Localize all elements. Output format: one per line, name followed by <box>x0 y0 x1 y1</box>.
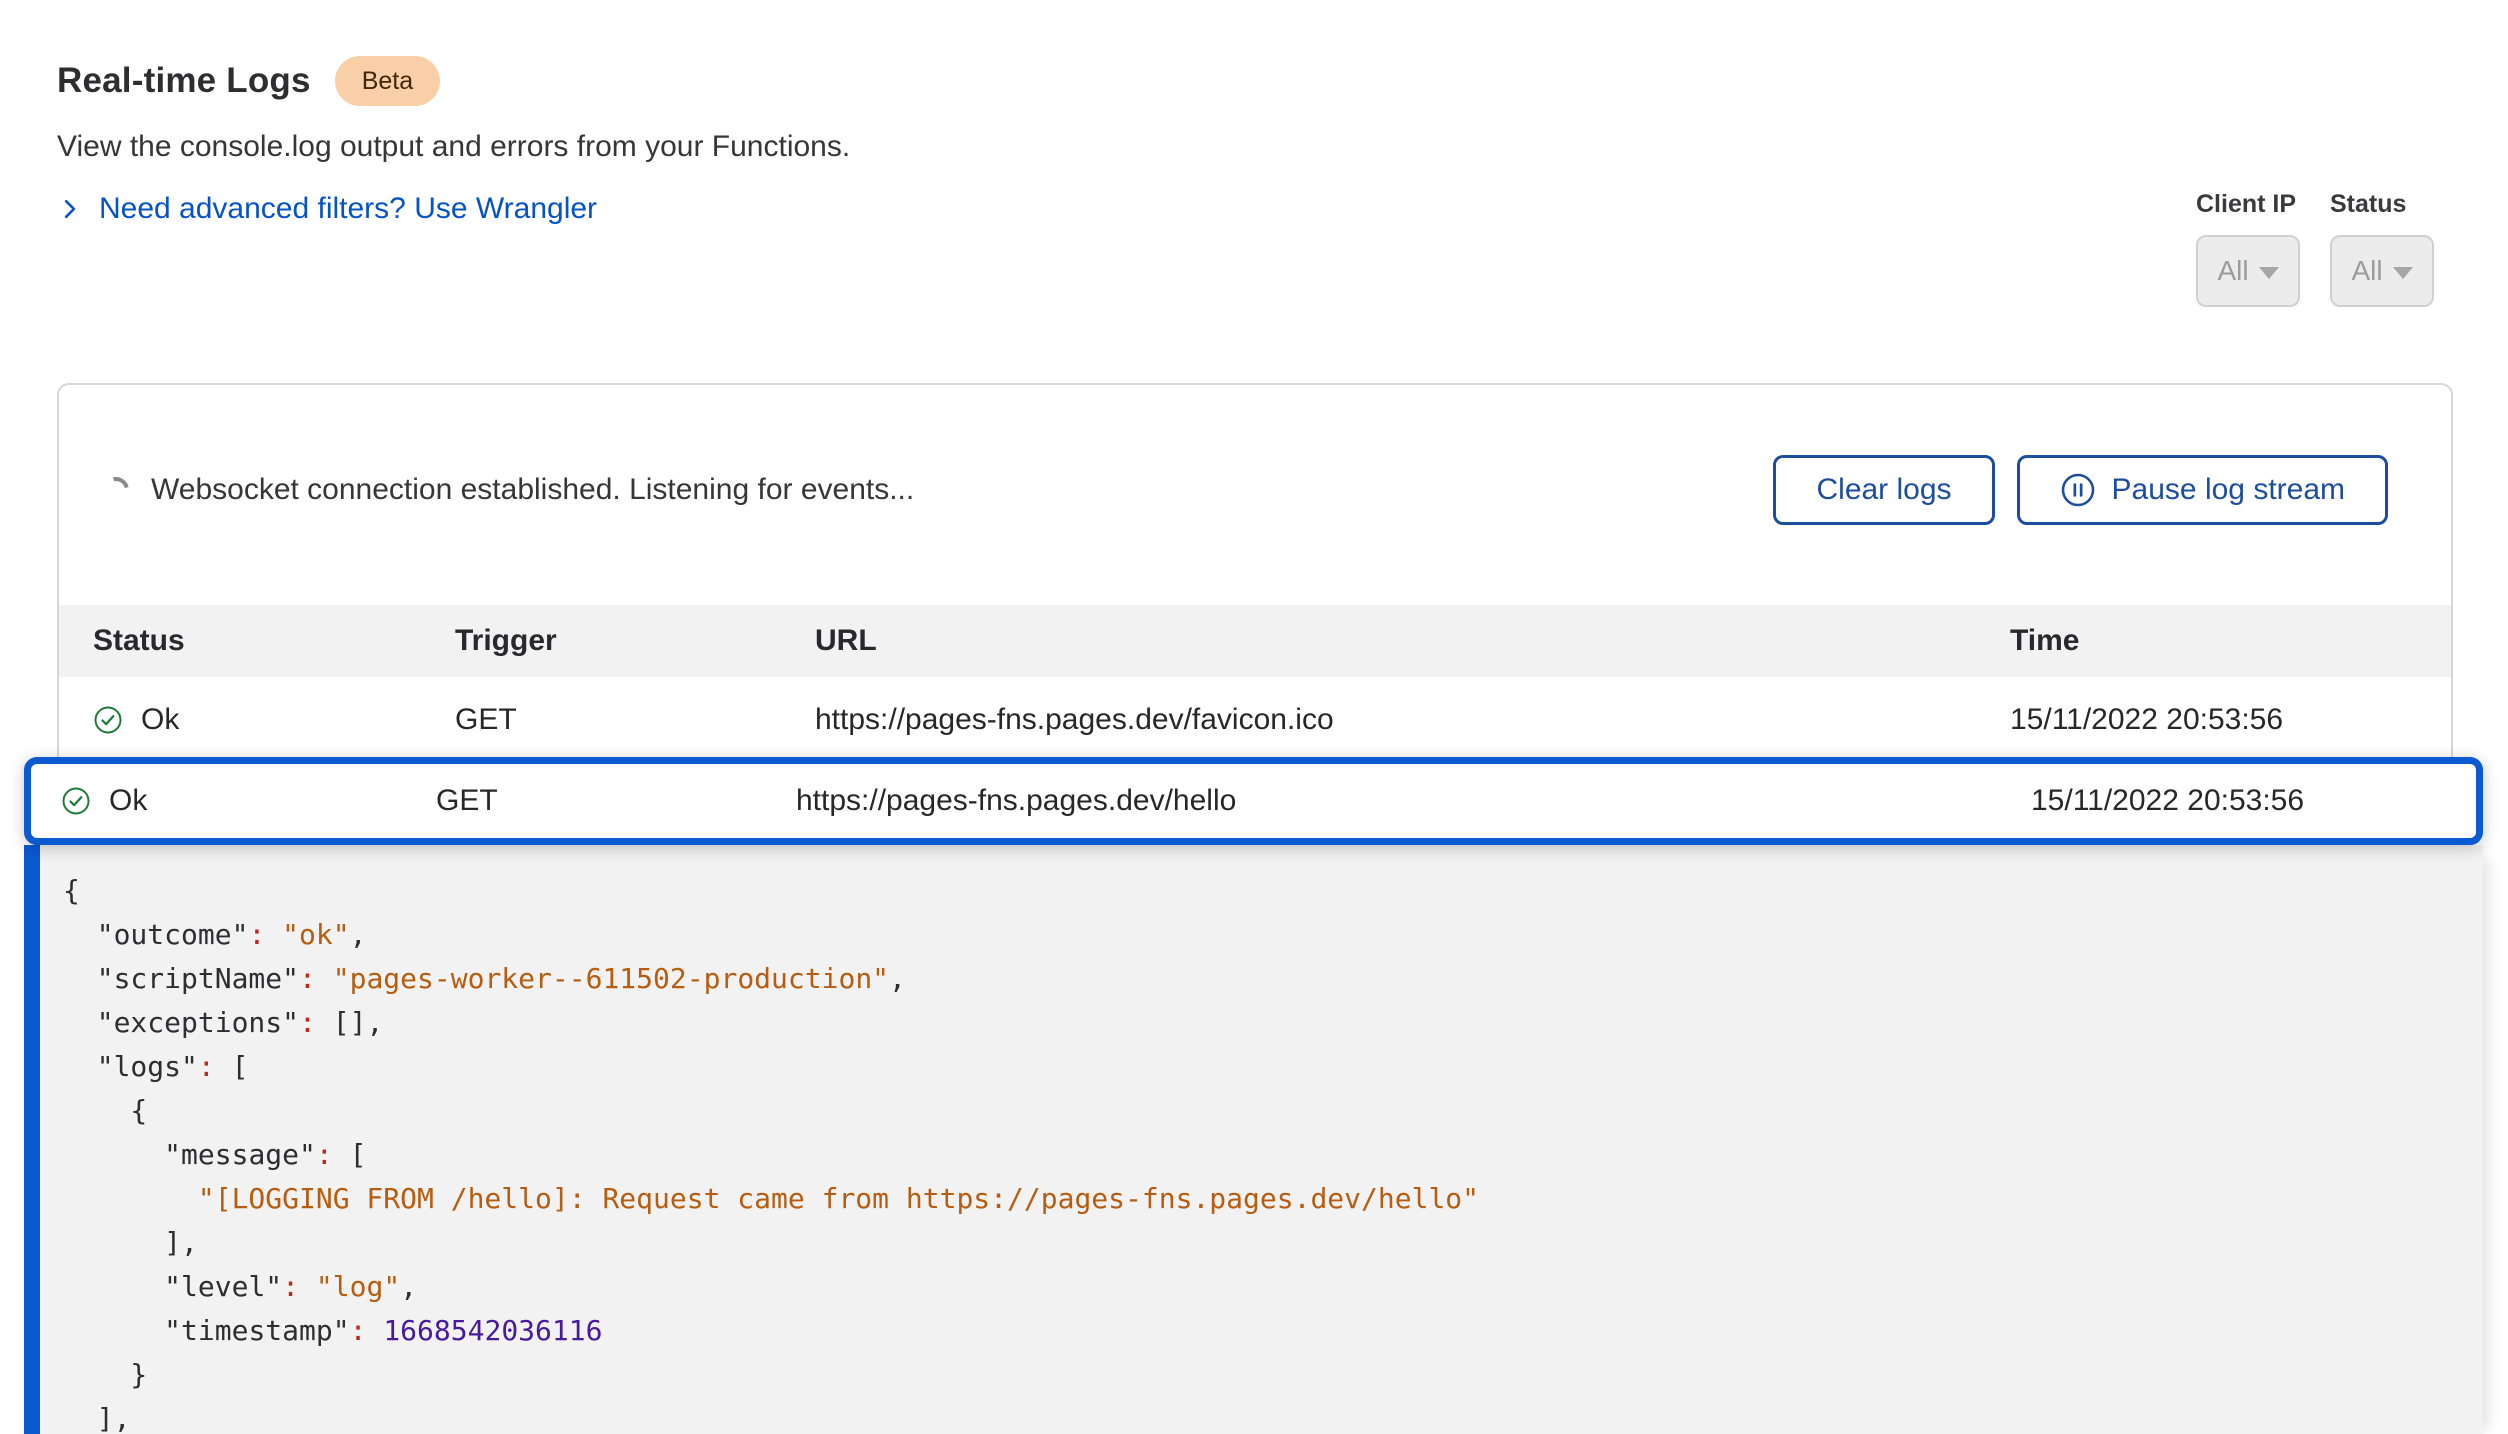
log-filters: Client IP All Status All <box>2196 190 2434 307</box>
row-status: Ok <box>141 703 179 737</box>
ok-check-icon <box>61 786 91 816</box>
row-url: https://pages-fns.pages.dev/favicon.ico <box>815 703 2010 737</box>
chevron-right-icon <box>57 196 83 222</box>
column-header-status: Status <box>93 624 455 658</box>
wrangler-link[interactable]: Need advanced filters? Use Wrangler <box>57 192 597 226</box>
log-table-header: Status Trigger URL Time <box>59 605 2451 677</box>
beta-badge: Beta <box>335 56 440 106</box>
realtime-logs-page: Real-time Logs Beta View the console.log… <box>0 0 2508 1434</box>
row-status: Ok <box>109 784 147 818</box>
caret-down-icon <box>2393 267 2413 279</box>
ok-check-icon <box>93 705 123 735</box>
status-filter-group: Status All <box>2330 190 2434 307</box>
page-subtitle: View the console.log output and errors f… <box>57 130 2508 164</box>
page-title: Real-time Logs <box>57 61 311 101</box>
log-table-row[interactable]: Ok GET https://pages-fns.pages.dev/favic… <box>59 677 2451 763</box>
pause-log-stream-button[interactable]: Pause log stream <box>2017 455 2388 525</box>
log-actions: Clear logs Pause log stream <box>1773 455 2388 525</box>
clear-logs-button[interactable]: Clear logs <box>1773 455 1994 525</box>
selected-log-row[interactable]: Ok GET https://pages-fns.pages.dev/hello… <box>24 757 2483 845</box>
column-header-time: Time <box>2010 624 2451 658</box>
row-time: 15/11/2022 20:53:56 <box>2010 703 2451 737</box>
expanded-log-entry: Ok GET https://pages-fns.pages.dev/hello… <box>24 757 2483 1434</box>
client-ip-label: Client IP <box>2196 190 2300 219</box>
column-header-trigger: Trigger <box>455 624 815 658</box>
wrangler-link-label: Need advanced filters? Use Wrangler <box>99 192 597 226</box>
row-url: https://pages-fns.pages.dev/hello <box>796 784 2031 818</box>
status-filter-label: Status <box>2330 190 2434 219</box>
row-trigger: GET <box>436 784 796 818</box>
caret-down-icon <box>2259 267 2279 279</box>
status-filter[interactable]: All <box>2330 235 2434 307</box>
pause-log-stream-label: Pause log stream <box>2112 473 2345 507</box>
log-json-panel: { "outcome": "ok", "scriptName": "pages-… <box>24 845 2483 1434</box>
client-ip-filter-group: Client IP All <box>2196 190 2300 307</box>
client-ip-filter-value: All <box>2217 255 2248 287</box>
row-trigger: GET <box>455 703 815 737</box>
pause-icon <box>2060 472 2096 508</box>
websocket-status-bar: Websocket connection established. Listen… <box>59 385 2451 605</box>
websocket-status-text: Websocket connection established. Listen… <box>151 473 914 507</box>
row-time: 15/11/2022 20:53:56 <box>2031 784 2476 818</box>
client-ip-filter[interactable]: All <box>2196 235 2300 307</box>
spinner-icon <box>98 472 134 508</box>
page-header: Real-time Logs Beta View the console.log… <box>0 0 2508 227</box>
column-header-url: URL <box>815 624 2010 658</box>
clear-logs-label: Clear logs <box>1816 473 1951 507</box>
log-json: { "outcome": "ok", "scriptName": "pages-… <box>63 869 2459 1434</box>
status-filter-value: All <box>2351 255 2382 287</box>
